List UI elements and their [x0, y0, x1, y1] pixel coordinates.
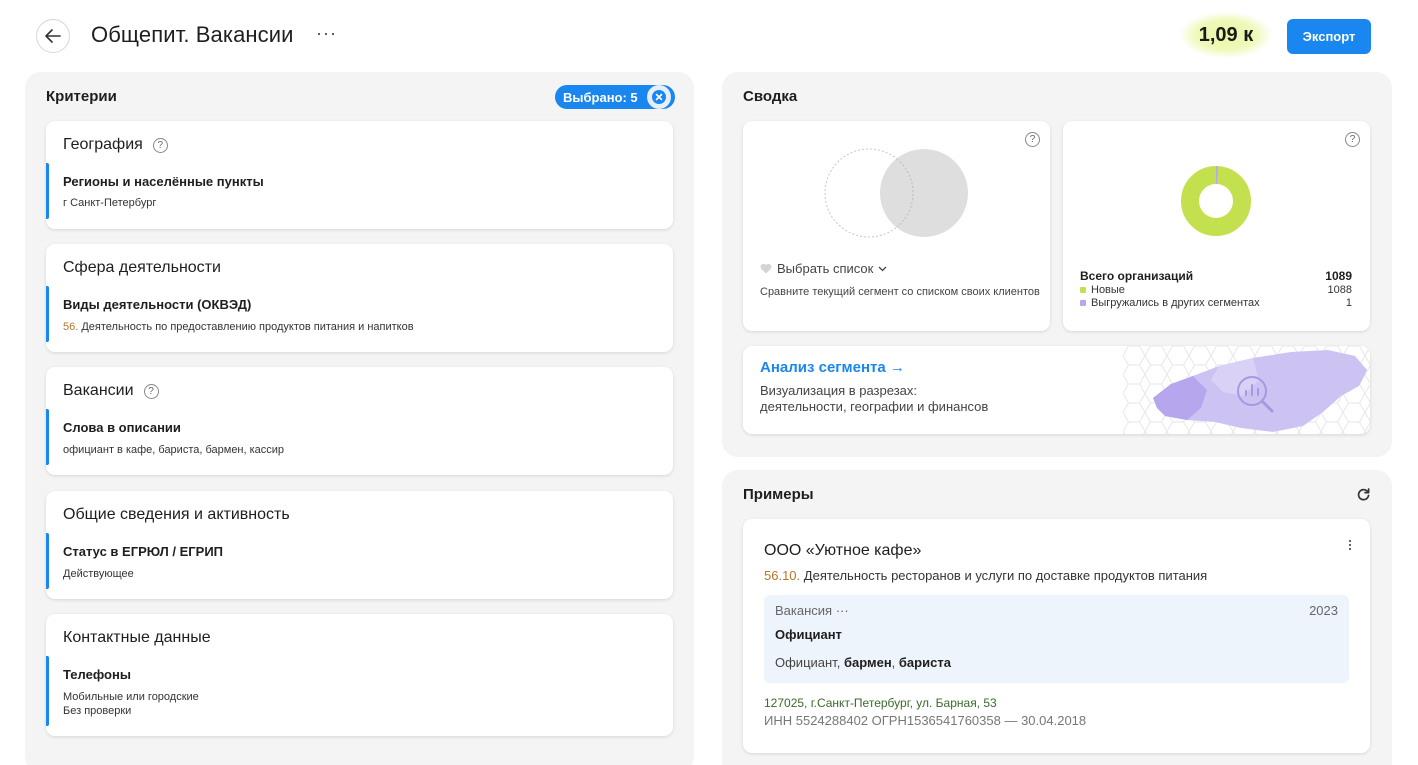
- summary-title: Сводка: [743, 88, 798, 105]
- header: Общепит. Вакансии ··· 1,09 к Экспорт: [0, 0, 1418, 72]
- criteria-field-label: Статус в ЕГРЮЛ / ЕГРИП: [63, 544, 224, 559]
- help-icon[interactable]: ?: [1025, 132, 1040, 147]
- more-options-button[interactable]: ···: [316, 23, 337, 44]
- refresh-icon[interactable]: [1357, 488, 1370, 501]
- criteria-card-title-text: География: [63, 136, 143, 153]
- vacancy-word-highlight: бармен: [843, 655, 892, 670]
- stats-row-exported: Выгружались в других сегментах 1: [1080, 296, 1352, 309]
- organizations-card: ? Всего организаций 1089 Новые 1088 Выгр…: [1063, 121, 1370, 331]
- company-name[interactable]: ООО «Уютное кафе»: [764, 542, 921, 560]
- criteria-card-activity[interactable]: Сфера деятельности Виды деятельности (ОК…: [46, 244, 673, 352]
- back-button[interactable]: [36, 19, 70, 53]
- company-okved-code: 56.10.: [764, 568, 801, 583]
- close-circle-icon: [652, 90, 666, 104]
- new-value: 1088: [1327, 283, 1352, 296]
- criteria-card-title-text: Сфера деятельности: [63, 259, 221, 276]
- criteria-card-title: Контактные данные: [63, 629, 211, 647]
- vacancy-year: 2023: [1309, 603, 1338, 618]
- organizations-donut-chart: [1181, 166, 1251, 236]
- vacancy-word-highlight: бариста: [898, 655, 951, 670]
- exported-label: Выгружались в других сегментах: [1091, 296, 1260, 309]
- choose-list-label: Выбрать список: [777, 261, 874, 276]
- accent-bar: [46, 533, 49, 589]
- total-value: 1089: [1325, 268, 1352, 283]
- criteria-card-contacts[interactable]: Контактные данные Телефоны Мобильные или…: [46, 614, 673, 736]
- clear-selection-button[interactable]: [647, 85, 671, 109]
- criteria-field-label: Слова в описании: [63, 420, 181, 435]
- vacancy-word-plain: Официант,: [775, 655, 844, 670]
- criteria-field-value: Без проверки: [63, 705, 132, 717]
- help-icon[interactable]: ?: [1345, 132, 1360, 147]
- stats-row-total: Всего организаций 1089: [1080, 268, 1352, 283]
- segment-analysis-description: Визуализация в разрезах: деятельности, г…: [760, 383, 988, 415]
- vacancy-title: Официант: [775, 627, 842, 642]
- criteria-field-value: официант в кафе, бариста, бармен, кассир: [63, 444, 285, 456]
- vacancy-label: Вакансия: [775, 603, 833, 618]
- help-icon[interactable]: ?: [143, 383, 159, 399]
- accent-bar: [46, 656, 49, 726]
- okved-text: Деятельность по предоставлению продуктов…: [81, 321, 414, 333]
- vacancy-more-button[interactable]: ···: [836, 603, 849, 618]
- company-okved: 56.10. Деятельность ресторанов и услуги …: [764, 568, 1207, 583]
- criteria-card-title: Вакансии ?: [63, 382, 159, 400]
- examples-title: Примеры: [743, 486, 814, 503]
- venn-diagram: [824, 148, 968, 238]
- vacancy-word-separator: ,: [891, 655, 899, 670]
- criteria-field-value: Действующее: [63, 568, 134, 580]
- selected-count-label: Выбрано: 5: [563, 89, 638, 105]
- selected-count-badge: Выбрано: 5: [555, 85, 675, 109]
- criteria-card-title-text: Вакансии: [63, 382, 134, 399]
- company-address: 127025, г.Санкт-Петербург, ул. Барная, 5…: [764, 696, 997, 710]
- criteria-field-value: Мобильные или городские: [63, 691, 199, 703]
- segment-analysis-link[interactable]: Анализ сегмента →: [760, 359, 905, 376]
- criteria-title: Критерии: [46, 88, 117, 105]
- criteria-field-value: 56. Деятельность по предоставлению проду…: [63, 320, 414, 334]
- organization-count-badge: 1,09 к: [1180, 12, 1272, 58]
- company-registration: ИНН 5524288402 ОГРН1536541760358 — 30.04…: [764, 713, 1087, 728]
- criteria-card-title: Общие сведения и активность: [63, 506, 290, 524]
- exported-value: 1: [1345, 296, 1352, 309]
- russia-map-illustration: [1123, 346, 1370, 434]
- company-okved-text: Деятельность ресторанов и услуги по дост…: [803, 568, 1208, 583]
- vacancy-header: Вакансия ···: [775, 603, 849, 618]
- choose-list-button[interactable]: Выбрать список: [760, 261, 887, 276]
- new-legend-swatch: [1080, 286, 1086, 293]
- criteria-field-value: г Санкт-Петербург: [63, 197, 157, 209]
- accent-bar: [46, 409, 49, 465]
- organizations-stats: Всего организаций 1089 Новые 1088 Выгруж…: [1080, 268, 1352, 309]
- segment-analysis-line1: Визуализация в разрезах:: [760, 383, 917, 398]
- heart-icon: [760, 263, 772, 274]
- page-title: Общепит. Вакансии: [91, 22, 294, 47]
- criteria-card-title-text: Общие сведения и активность: [63, 506, 290, 523]
- criteria-card-geography[interactable]: География ? Регионы и населённые пункты …: [46, 121, 673, 229]
- vacancy-words: Официант, бармен, бариста: [775, 655, 951, 670]
- criteria-card-title: География ?: [63, 136, 168, 154]
- company-example-card[interactable]: ООО «Уютное кафе» 56.10. Деятельность ре…: [743, 519, 1370, 753]
- vacancy-box: Вакансия ··· 2023 Официант Официант, бар…: [764, 595, 1349, 683]
- compare-card: ? Выбрать список Сравните текущий сегмен…: [743, 121, 1050, 331]
- accent-bar: [46, 286, 49, 342]
- accent-bar: [46, 163, 49, 219]
- segment-analysis-card[interactable]: Анализ сегмента → Визуализация в разреза…: [743, 346, 1370, 434]
- total-label: Всего организаций: [1080, 268, 1194, 283]
- chevron-down-icon: [878, 266, 887, 271]
- help-icon[interactable]: ?: [152, 137, 168, 153]
- arrow-left-icon: [45, 29, 61, 43]
- criteria-card-title-text: Контактные данные: [63, 629, 211, 646]
- criteria-field-label: Виды деятельности (ОКВЭД): [63, 297, 252, 312]
- vertical-more-icon[interactable]: [1348, 539, 1352, 551]
- segment-analysis-line2: деятельности, географии и финансов: [760, 399, 989, 414]
- compare-description: Сравните текущий сегмент со списком свои…: [760, 286, 1040, 298]
- exported-legend-swatch: [1080, 299, 1086, 306]
- okved-code: 56.: [63, 321, 79, 333]
- criteria-card-title: Сфера деятельности: [63, 259, 221, 277]
- criteria-card-vacancies[interactable]: Вакансии ? Слова в описании официант в к…: [46, 367, 673, 475]
- new-label: Новые: [1091, 283, 1125, 296]
- criteria-field-label: Регионы и населённые пункты: [63, 174, 264, 189]
- export-button[interactable]: Экспорт: [1287, 19, 1371, 54]
- criteria-field-label: Телефоны: [63, 667, 131, 682]
- stats-row-new: Новые 1088: [1080, 283, 1352, 296]
- criteria-card-general[interactable]: Общие сведения и активность Статус в ЕГР…: [46, 491, 673, 599]
